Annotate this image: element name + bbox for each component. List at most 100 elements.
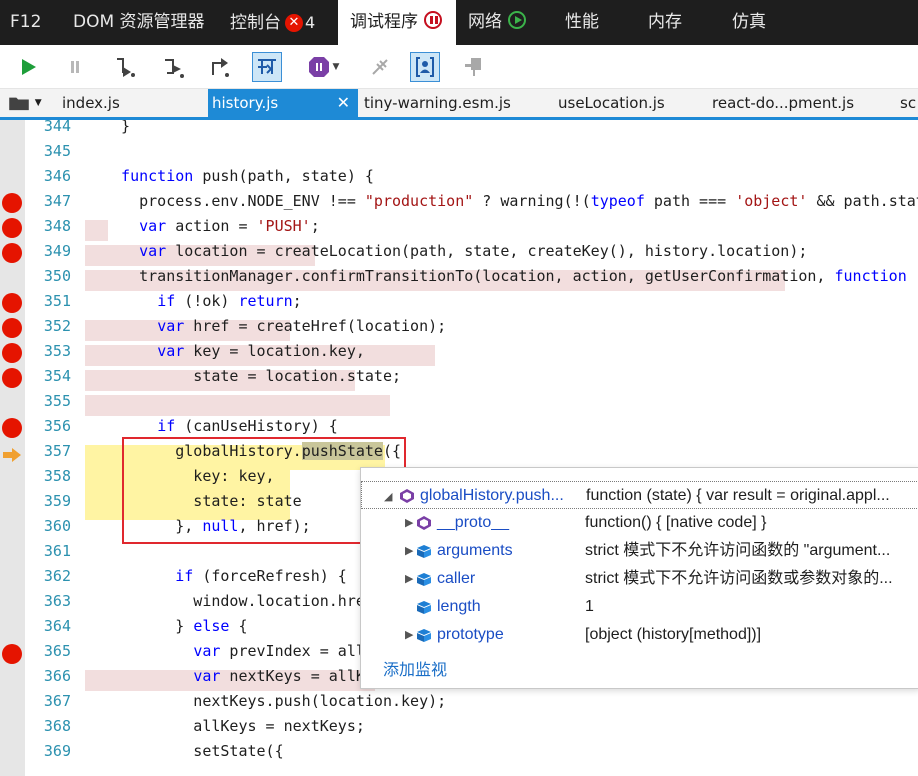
- tab-emulation[interactable]: 仿真: [732, 0, 766, 45]
- breakpoint-icon[interactable]: [2, 243, 22, 263]
- disconnect-icon: [372, 59, 388, 75]
- file-tab-react-dom[interactable]: react-do...pment.js: [712, 89, 854, 117]
- folder-icon: [9, 97, 29, 111]
- paused-icon: [424, 11, 442, 29]
- code-line: 367 nextKeys.push(location.key);: [43, 692, 447, 710]
- collapsed-triangle-icon[interactable]: ▶: [405, 537, 413, 565]
- pin-button[interactable]: [458, 52, 488, 82]
- breakpoint-icon[interactable]: [2, 343, 22, 363]
- tab-dom-explorer[interactable]: DOM 资源管理器: [73, 0, 205, 45]
- code-line: 354 state = location.state;: [43, 367, 402, 385]
- code-line: 347 process.env.NODE_ENV !== "production…: [43, 192, 918, 210]
- close-icon[interactable]: ✕: [337, 89, 350, 117]
- property-icon: [417, 545, 431, 558]
- code-line: 369 setState({: [43, 742, 284, 760]
- datatip-row-root[interactable]: ◢ globalHistory.push... function (state)…: [361, 481, 918, 509]
- code-line: 346 function push(path, state) {: [43, 167, 374, 185]
- property-icon: [417, 573, 431, 586]
- function-icon: [400, 489, 414, 503]
- breakpoint-icon[interactable]: [2, 368, 22, 388]
- step-out-button[interactable]: [205, 52, 235, 82]
- file-tab-overflow[interactable]: sc: [900, 89, 916, 117]
- step-into-icon: [117, 58, 135, 77]
- expanded-triangle-icon[interactable]: ◢: [384, 483, 392, 511]
- datatip-name: globalHistory.push...: [420, 487, 564, 504]
- datatip-value: strict 模式下不允许访问函数或参数对象的...: [585, 570, 893, 587]
- breakpoint-icon[interactable]: [2, 318, 22, 338]
- datatip-row-length[interactable]: length 1: [361, 593, 918, 621]
- code-line: 345: [43, 142, 71, 160]
- current-statement-arrow-icon: [3, 448, 21, 462]
- tab-console[interactable]: 控制台 ✕ 4: [230, 0, 315, 45]
- step-into-button[interactable]: [110, 52, 140, 82]
- code-line: 356 if (canUseHistory) {: [43, 417, 338, 435]
- datatip-value: 1: [585, 598, 594, 615]
- datatip-value: function() { [native code] }: [585, 514, 767, 531]
- f12-label: F12: [10, 12, 42, 32]
- recording-icon: [508, 11, 526, 29]
- datatip-row-proto[interactable]: ▶ __proto__ function() { [native code] }: [361, 509, 918, 537]
- error-icon: ✕: [285, 14, 303, 32]
- just-my-code-button[interactable]: [410, 52, 440, 82]
- break-on-new-worker-button[interactable]: [252, 52, 282, 82]
- datatip-name: __proto__: [437, 514, 510, 531]
- breakpoint-gutter[interactable]: [0, 120, 25, 776]
- datatip-row-prototype[interactable]: ▶ prototype [object (history[method])]: [361, 621, 918, 649]
- file-tab-index[interactable]: index.js: [62, 89, 120, 117]
- breakpoint-icon[interactable]: [2, 218, 22, 238]
- debugger-toolbar: ▼: [0, 45, 918, 89]
- add-watch-link[interactable]: 添加监视: [383, 656, 447, 680]
- datatip-name: arguments: [437, 542, 513, 559]
- error-count: 4: [305, 13, 316, 32]
- tab-network[interactable]: 网络: [468, 0, 526, 45]
- tab-debugger-label: 调试程序: [350, 12, 418, 32]
- pin-icon: [465, 58, 481, 76]
- tab-performance[interactable]: 性能: [565, 0, 599, 45]
- break-on-new-worker-icon: [258, 59, 276, 74]
- code-line: 355: [43, 392, 71, 410]
- chevron-down-icon: ▼: [332, 62, 340, 72]
- datatip-name: prototype: [437, 626, 504, 643]
- code-line: 351 if (!ok) return;: [43, 292, 302, 310]
- continue-button[interactable]: [13, 52, 43, 82]
- code-line: 344 }: [43, 120, 131, 135]
- tab-network-label: 网络: [468, 12, 502, 32]
- collapsed-triangle-icon[interactable]: ▶: [405, 565, 413, 593]
- break-all-button[interactable]: [60, 52, 90, 82]
- step-over-button[interactable]: [158, 52, 188, 82]
- file-tab-tiny-warning[interactable]: tiny-warning.esm.js: [364, 89, 511, 117]
- code-line: 348 var action = 'PUSH';: [43, 217, 320, 235]
- file-tab-history[interactable]: history.js ✕: [208, 89, 358, 117]
- datatip-name: length: [437, 598, 481, 615]
- disconnect-button[interactable]: [365, 52, 395, 82]
- datatip-row-caller[interactable]: ▶ caller strict 模式下不允许访问函数或参数对象的...: [361, 565, 918, 593]
- datatip-value: strict 模式下不允许访问函数的 "argument...: [585, 542, 891, 559]
- datatip-popup[interactable]: ◢ globalHistory.push... function (state)…: [360, 467, 918, 689]
- code-line: 353 var key = location.key,: [43, 342, 365, 360]
- property-icon: [417, 601, 431, 614]
- breakpoint-icon[interactable]: [2, 644, 22, 664]
- open-files-button[interactable]: ▼: [8, 89, 48, 117]
- tab-memory[interactable]: 内存: [648, 0, 682, 45]
- step-out-icon: [212, 58, 229, 77]
- file-tabs: ▼ index.js history.js ✕ tiny-warning.esm…: [0, 89, 918, 120]
- file-tab-uselocation[interactable]: useLocation.js: [558, 89, 665, 117]
- devtools-menu-bar: F12 DOM 资源管理器 控制台 ✕ 4 调试程序 网络 性能 内存 仿真: [0, 0, 918, 45]
- just-my-code-icon: [416, 57, 434, 77]
- property-icon: [417, 629, 431, 642]
- collapsed-triangle-icon[interactable]: ▶: [405, 509, 413, 537]
- continue-icon: [22, 59, 36, 75]
- code-line: 350 transitionManager.confirmTransitionT…: [43, 267, 918, 285]
- datatip-row-arguments[interactable]: ▶ arguments strict 模式下不允许访问函数的 "argument…: [361, 537, 918, 565]
- breakpoint-icon[interactable]: [2, 193, 22, 213]
- tab-debugger[interactable]: 调试程序: [338, 0, 456, 45]
- tab-console-label: 控制台: [230, 13, 281, 33]
- breakpoint-icon[interactable]: [2, 418, 22, 438]
- code-line: 349 var location = createLocation(path, …: [43, 242, 808, 260]
- collapsed-triangle-icon[interactable]: ▶: [405, 621, 413, 649]
- code-line: 368 allKeys = nextKeys;: [43, 717, 365, 735]
- chevron-down-icon: ▼: [34, 98, 42, 108]
- breakpoint-icon[interactable]: [2, 293, 22, 313]
- exceptions-dropdown[interactable]: ▼: [302, 52, 344, 82]
- datatip-name: caller: [437, 570, 476, 587]
